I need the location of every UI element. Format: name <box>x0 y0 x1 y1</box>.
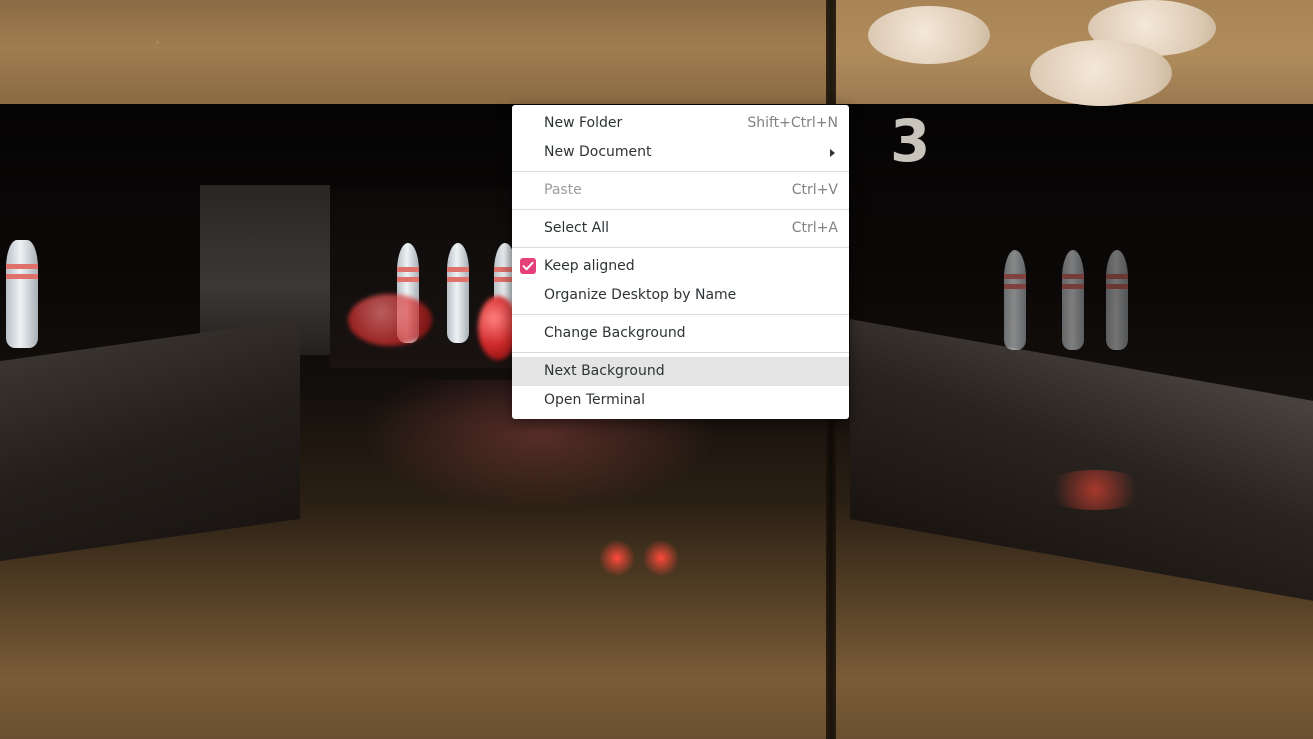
menu-item-label: Keep aligned <box>544 258 635 274</box>
menu-item-change-background[interactable]: Change Background <box>512 319 849 348</box>
wallpaper-light <box>1040 470 1150 510</box>
menu-separator <box>512 209 849 210</box>
menu-item-new-folder[interactable]: New Folder Shift+Ctrl+N <box>512 109 849 138</box>
submenu-arrow-icon <box>830 149 835 157</box>
menu-item-organize-desktop-by-name[interactable]: Organize Desktop by Name <box>512 281 849 310</box>
wallpaper-bowling-pin <box>1004 250 1026 350</box>
menu-item-label: Select All <box>544 220 609 236</box>
wallpaper-bowling-ball <box>348 294 432 346</box>
wallpaper-sand-dollar <box>1030 40 1172 106</box>
menu-separator <box>512 314 849 315</box>
wallpaper-light <box>598 540 636 576</box>
menu-item-shortcut: Ctrl+A <box>791 220 838 236</box>
menu-item-new-document[interactable]: New Document <box>512 138 849 167</box>
menu-item-keep-aligned[interactable]: Keep aligned <box>512 252 849 281</box>
menu-item-label: New Folder <box>544 115 623 131</box>
menu-separator <box>512 171 849 172</box>
wallpaper-bowling-pin <box>447 243 469 343</box>
desktop[interactable]: 3 New Folder Shift+Ctrl+N New Document P… <box>0 0 1313 739</box>
desktop-context-menu: New Folder Shift+Ctrl+N New Document Pas… <box>512 105 849 419</box>
menu-item-next-background[interactable]: Next Background <box>512 357 849 386</box>
menu-item-shortcut: Shift+Ctrl+N <box>747 115 838 131</box>
menu-item-select-all[interactable]: Select All Ctrl+A <box>512 214 849 243</box>
menu-separator <box>512 247 849 248</box>
checkmark-icon <box>520 258 536 274</box>
menu-item-label: Open Terminal <box>544 392 646 408</box>
menu-separator <box>512 352 849 353</box>
wallpaper-bowling-pin <box>6 240 38 348</box>
menu-item-label: Change Background <box>544 325 686 341</box>
menu-item-label: Paste <box>544 182 582 198</box>
menu-item-label: Organize Desktop by Name <box>544 287 737 303</box>
wallpaper-bowling-pin <box>1106 250 1128 350</box>
wallpaper-bowling-pin <box>1062 250 1084 350</box>
menu-item-label: Next Background <box>544 363 665 379</box>
menu-item-paste: Paste Ctrl+V <box>512 176 849 205</box>
wallpaper-lane-left <box>0 318 300 562</box>
menu-item-label: New Document <box>544 144 652 160</box>
wallpaper-sand-dollar <box>868 6 990 64</box>
wallpaper-light <box>642 540 680 576</box>
menu-item-shortcut: Ctrl+V <box>791 182 838 198</box>
menu-item-open-terminal[interactable]: Open Terminal <box>512 386 849 415</box>
wallpaper-lane-number: 3 <box>890 107 931 175</box>
